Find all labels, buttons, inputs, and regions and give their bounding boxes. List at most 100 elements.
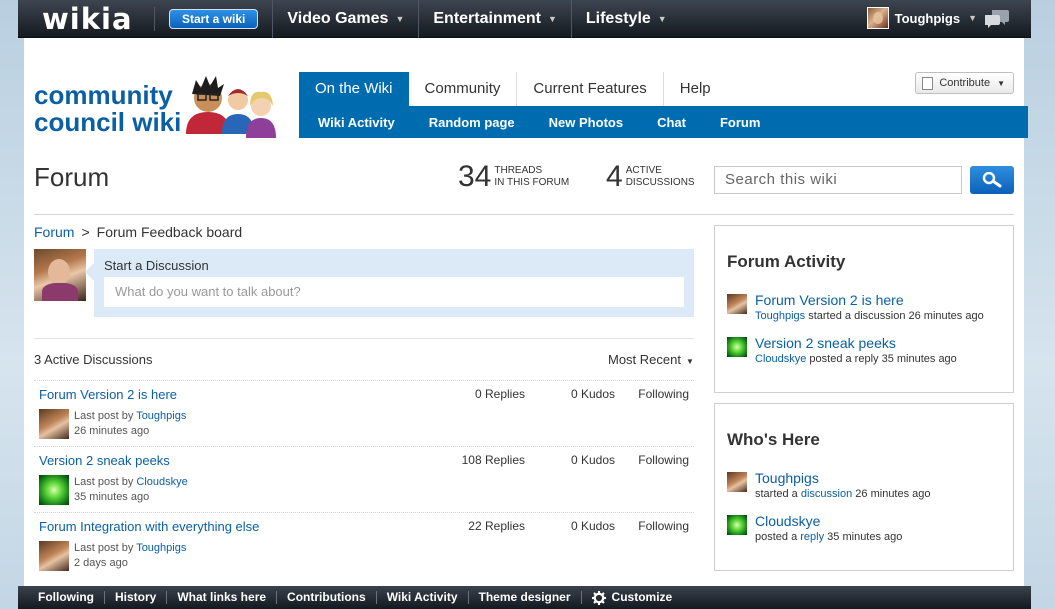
gear-icon	[591, 590, 606, 605]
follow-toggle[interactable]: Following	[615, 387, 689, 401]
reply-count: 22 Replies	[468, 519, 525, 533]
presence-link[interactable]: reply	[800, 531, 824, 543]
follow-toggle[interactable]: Following	[615, 453, 689, 467]
activity-meta: Toughpigs started a discussion 26 minute…	[755, 310, 984, 322]
avatar[interactable]	[39, 475, 69, 505]
subnav-random-page[interactable]: Random page	[412, 115, 532, 130]
avatar[interactable]	[727, 337, 747, 357]
thread-row: Version 2 sneak peeks Last post by Cloud…	[34, 446, 694, 512]
author-link[interactable]: Toughpigs	[136, 410, 186, 422]
follow-toggle[interactable]: Following	[615, 519, 689, 533]
hub-label: Entertainment	[433, 9, 541, 27]
breadcrumb: Forum > Forum Feedback board	[34, 224, 242, 240]
bottom-toolbar: Following History What links here Contri…	[18, 586, 1031, 609]
sort-dropdown[interactable]: Most Recent ▼	[608, 352, 694, 367]
toolbar-wiki-activity[interactable]: Wiki Activity	[377, 591, 469, 604]
page-content: community council wiki On the Wiki Commu…	[24, 38, 1028, 586]
subnav-wiki-activity[interactable]: Wiki Activity	[299, 115, 412, 130]
activity-title-link[interactable]: Version 2 sneak peeks	[755, 335, 896, 351]
new-discussion-box: Start a Discussion What do you want to t…	[85, 249, 694, 317]
presence-pre: started a	[755, 488, 798, 500]
thread-time: 35 minutes ago	[74, 491, 150, 503]
reply-count: 108 Replies	[461, 453, 525, 467]
subnav-new-photos[interactable]: New Photos	[532, 115, 640, 130]
whos-here-module: Who's Here Toughpigs started a discussio…	[714, 403, 1014, 571]
avatar[interactable]	[727, 294, 747, 314]
start-wiki-button[interactable]: Start a wiki	[169, 8, 259, 29]
threads-label: THREADS IN THIS FORUM	[494, 165, 569, 189]
chevron-down-icon: ▼	[547, 13, 557, 24]
tab-help[interactable]: Help	[664, 72, 727, 106]
presence-time: 26 minutes ago	[855, 488, 931, 500]
active-discussions-count: 3 Active Discussions	[34, 352, 153, 367]
toolbar-contributions[interactable]: Contributions	[277, 591, 377, 604]
toolbar-theme-designer[interactable]: Theme designer	[469, 591, 582, 604]
reply-count: 0 Replies	[474, 387, 525, 401]
user-menu[interactable]: Toughpigs ▼	[866, 7, 977, 29]
subnav-chat[interactable]: Chat	[640, 115, 703, 130]
wikia-logo[interactable]: wikia	[42, 0, 152, 38]
thread-title-link[interactable]: Forum Version 2 is here	[39, 387, 177, 402]
presence-meta: posted a reply 35 minutes ago	[755, 531, 902, 543]
hub-video-games[interactable]: Video Games ▼	[272, 0, 418, 38]
author-link[interactable]: Toughpigs	[136, 542, 186, 554]
author-link[interactable]: Cloudskye	[136, 476, 187, 488]
toolbar-following[interactable]: Following	[18, 591, 105, 604]
avatar[interactable]	[39, 541, 69, 571]
active-label-line-2: DISCUSSIONS	[625, 177, 695, 188]
presence-user-link[interactable]: Cloudskye	[755, 513, 820, 529]
thread-row: Forum Integration with everything else L…	[34, 512, 694, 578]
toolbar-what-links-here[interactable]: What links here	[167, 591, 278, 604]
threads-stat: 34 THREADS IN THIS FORUM	[458, 162, 569, 192]
new-discussion-input[interactable]: What do you want to talk about?	[104, 277, 684, 307]
avatar[interactable]	[727, 515, 747, 535]
thread-time: 26 minutes ago	[74, 425, 150, 437]
tab-on-the-wiki[interactable]: On the Wiki	[299, 72, 409, 106]
hub-label: Lifestyle	[585, 9, 651, 27]
chevron-down-icon: ▼	[997, 78, 1005, 88]
chat-bubbles-icon[interactable]	[985, 9, 1009, 29]
presence-link[interactable]: discussion	[801, 488, 852, 500]
tab-current-features[interactable]: Current Features	[517, 72, 664, 106]
active-count: 4	[606, 160, 623, 193]
kudos-count: 0 Kudos	[570, 519, 615, 533]
chevron-down-icon: ▼	[395, 13, 405, 24]
wiki-navigation: On the Wiki Community Current Features H…	[299, 72, 1028, 138]
activity-action: posted a reply 35 minutes ago	[809, 353, 957, 365]
thread-title-link[interactable]: Version 2 sneak peeks	[39, 453, 170, 468]
search-input[interactable]: Search this wiki	[714, 166, 962, 194]
page-title: Forum	[34, 162, 110, 192]
activity-title-link[interactable]: Forum Version 2 is here	[755, 292, 904, 308]
activity-meta: Cloudskye posted a reply 35 minutes ago	[755, 353, 957, 365]
chevron-down-icon: ▼	[657, 13, 667, 24]
active-label: ACTIVE DISCUSSIONS	[626, 165, 695, 189]
community-mascots-icon	[186, 76, 276, 138]
search-button[interactable]	[970, 166, 1014, 194]
wordmark-line-2: council wiki	[34, 107, 182, 137]
thread-row: Forum Version 2 is here Last post by Tou…	[34, 380, 694, 446]
toolbar-history[interactable]: History	[105, 591, 168, 604]
last-post-prefix: Last post by	[74, 476, 134, 488]
contribute-button[interactable]: Contribute ▼	[915, 72, 1014, 94]
breadcrumb-forum-link[interactable]: Forum	[34, 224, 74, 240]
wiki-wordmark[interactable]: community council wiki	[34, 82, 181, 136]
kudos-count: 0 Kudos	[570, 453, 615, 467]
avatar[interactable]	[39, 409, 69, 439]
toolbar-customize[interactable]: Customize	[582, 590, 683, 605]
activity-user-link[interactable]: Cloudskye	[755, 353, 806, 365]
thread-meta: Last post by Toughpigs 2 days ago	[74, 541, 186, 571]
contribute-label: Contribute	[939, 77, 991, 89]
hub-entertainment[interactable]: Entertainment ▼	[418, 0, 571, 38]
thread-title-link[interactable]: Forum Integration with everything else	[39, 519, 259, 534]
activity-user-link[interactable]: Toughpigs	[755, 310, 805, 322]
thread-stats: 22 Replies 0 Kudos Following	[435, 519, 689, 533]
thread-list: Forum Version 2 is here Last post by Tou…	[34, 380, 694, 578]
tab-community[interactable]: Community	[409, 72, 518, 106]
wordmark-line-1: community	[34, 80, 173, 110]
presence-user-link[interactable]: Toughpigs	[755, 470, 819, 486]
subnav-forum[interactable]: Forum	[703, 115, 777, 130]
breadcrumb-current: Forum Feedback board	[96, 224, 243, 240]
avatar[interactable]	[727, 472, 747, 492]
thread-stats: 0 Replies 0 Kudos Following	[435, 387, 689, 401]
hub-lifestyle[interactable]: Lifestyle ▼	[570, 0, 681, 38]
